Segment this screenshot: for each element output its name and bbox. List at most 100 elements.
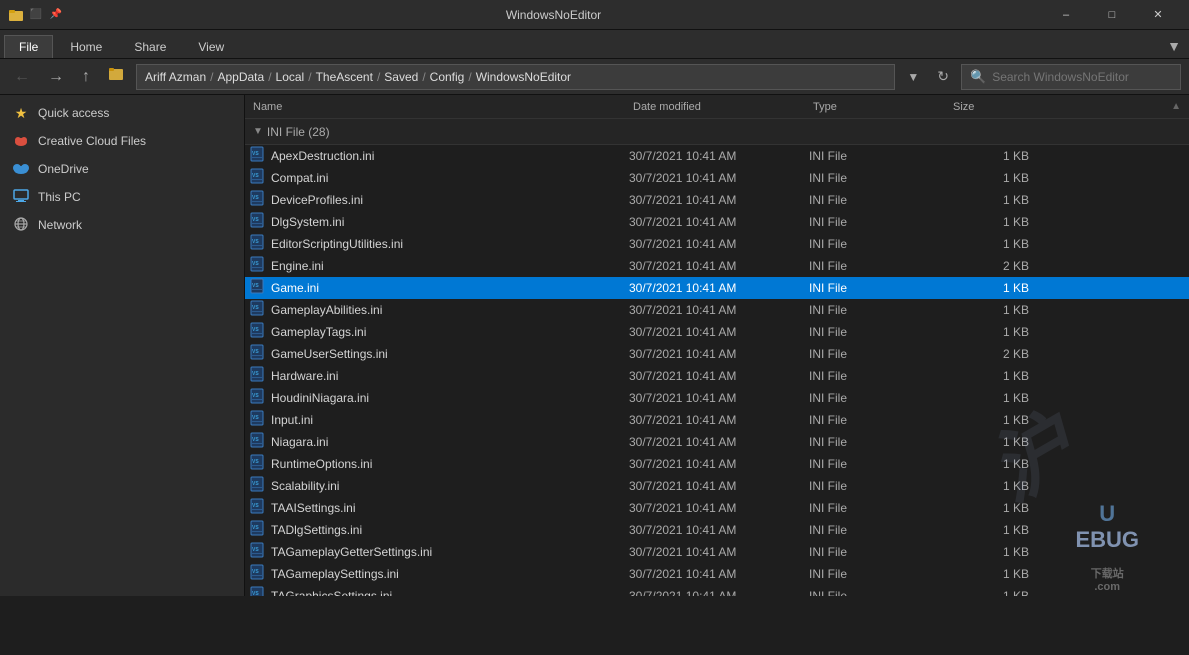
back-button[interactable]: ←	[8, 66, 36, 88]
file-date: 30/7/2021 10:41 AM	[629, 589, 809, 597]
sidebar-item-onedrive[interactable]: OneDrive	[0, 155, 244, 183]
file-size: 2 KB	[949, 259, 1049, 273]
ini-file-icon: VS	[249, 344, 265, 363]
col-header-date[interactable]: Date modified	[629, 101, 809, 113]
file-name-cell: VS Scalability.ini	[249, 476, 629, 495]
file-type: INI File	[809, 281, 949, 295]
svg-text:VS: VS	[252, 503, 259, 509]
address-dropdown[interactable]: ▼	[901, 68, 925, 86]
svg-text:VS: VS	[252, 349, 259, 355]
minimize-button[interactable]: –	[1043, 0, 1089, 30]
up-button[interactable]: ↑	[76, 66, 96, 88]
file-type: INI File	[809, 149, 949, 163]
svg-text:VS: VS	[252, 217, 259, 223]
table-row[interactable]: VS HoudiniNiagara.ini 30/7/2021 10:41 AM…	[245, 387, 1189, 409]
forward-button[interactable]: →	[42, 66, 70, 88]
sidebar-item-quick-access[interactable]: ★ Quick access	[0, 99, 244, 127]
svg-text:VS: VS	[252, 195, 259, 201]
ini-file-icon: VS	[249, 454, 265, 473]
table-row[interactable]: VS Niagara.ini 30/7/2021 10:41 AM INI Fi…	[245, 431, 1189, 453]
col-header-size[interactable]: Size	[949, 101, 1049, 113]
table-row[interactable]: VS Hardware.ini 30/7/2021 10:41 AM INI F…	[245, 365, 1189, 387]
svg-text:VS: VS	[252, 371, 259, 377]
address-path[interactable]: Ariff Azman / AppData / Local / TheAscen…	[136, 64, 895, 90]
tab-view[interactable]: View	[183, 35, 239, 58]
table-row[interactable]: VS GameplayAbilities.ini 30/7/2021 10:41…	[245, 299, 1189, 321]
file-name-cell: VS GameplayAbilities.ini	[249, 300, 629, 319]
table-row[interactable]: VS Scalability.ini 30/7/2021 10:41 AM IN…	[245, 475, 1189, 497]
ini-file-icon: VS	[249, 278, 265, 297]
tab-file[interactable]: File	[4, 35, 53, 58]
scroll-up-arrow: ▲	[1167, 101, 1185, 112]
file-name-text: DeviceProfiles.ini	[271, 193, 363, 207]
refresh-button[interactable]: ↻	[931, 66, 955, 87]
table-row[interactable]: VS Compat.ini 30/7/2021 10:41 AM INI Fil…	[245, 167, 1189, 189]
file-size: 1 KB	[949, 303, 1049, 317]
ini-file-icon: VS	[249, 476, 265, 495]
tab-home[interactable]: Home	[55, 35, 117, 58]
table-row[interactable]: VS TAGameplaySettings.ini 30/7/2021 10:4…	[245, 563, 1189, 585]
table-row[interactable]: VS EditorScriptingUtilities.ini 30/7/202…	[245, 233, 1189, 255]
ini-file-icon: VS	[249, 190, 265, 209]
pin-icon: 📌	[48, 7, 64, 23]
window-controls: – □ ✕	[1043, 0, 1181, 30]
table-row[interactable]: VS RuntimeOptions.ini 30/7/2021 10:41 AM…	[245, 453, 1189, 475]
ribbon: File Home Share View ▼	[0, 30, 1189, 59]
svg-text:VS: VS	[252, 173, 259, 179]
file-date: 30/7/2021 10:41 AM	[629, 435, 809, 449]
ini-file-icon: VS	[249, 520, 265, 539]
sidebar-item-creative-cloud[interactable]: Creative Cloud Files	[0, 127, 244, 155]
computer-icon	[12, 189, 30, 206]
file-type: INI File	[809, 457, 949, 471]
maximize-button[interactable]: □	[1089, 0, 1135, 30]
svg-text:VS: VS	[252, 261, 259, 267]
table-row[interactable]: VS DeviceProfiles.ini 30/7/2021 10:41 AM…	[245, 189, 1189, 211]
svg-text:VS: VS	[252, 459, 259, 465]
table-row[interactable]: VS TAGraphicsSettings.ini 30/7/2021 10:4…	[245, 585, 1189, 596]
ini-file-icon: VS	[249, 168, 265, 187]
table-row[interactable]: VS DlgSystem.ini 30/7/2021 10:41 AM INI …	[245, 211, 1189, 233]
file-name-text: Hardware.ini	[271, 369, 338, 383]
path-windowsnoeditor: WindowsNoEditor	[476, 70, 571, 84]
file-name-cell: VS TAGameplayGetterSettings.ini	[249, 542, 629, 561]
file-size: 1 KB	[949, 413, 1049, 427]
file-list: Name Date modified Type Size ▲ ▼ INI Fil…	[245, 95, 1189, 596]
folder-nav-icon	[102, 64, 130, 89]
table-row[interactable]: VS ApexDestruction.ini 30/7/2021 10:41 A…	[245, 145, 1189, 167]
table-row[interactable]: VS TADlgSettings.ini 30/7/2021 10:41 AM …	[245, 519, 1189, 541]
table-row[interactable]: VS GameUserSettings.ini 30/7/2021 10:41 …	[245, 343, 1189, 365]
file-name-text: Scalability.ini	[271, 479, 339, 493]
table-row[interactable]: VS TAAISettings.ini 30/7/2021 10:41 AM I…	[245, 497, 1189, 519]
sidebar-item-this-pc[interactable]: This PC	[0, 183, 244, 211]
search-input[interactable]	[992, 70, 1172, 84]
close-button[interactable]: ✕	[1135, 0, 1181, 30]
title-bar-title: WindowsNoEditor	[72, 8, 1035, 22]
search-box[interactable]: 🔍	[961, 64, 1181, 90]
column-headers: Name Date modified Type Size ▲	[245, 95, 1189, 119]
file-name-cell: VS TAGraphicsSettings.ini	[249, 586, 629, 596]
ini-file-icon: VS	[249, 564, 265, 583]
table-row[interactable]: VS TAGameplayGetterSettings.ini 30/7/202…	[245, 541, 1189, 563]
group-toggle[interactable]: ▼	[253, 126, 263, 137]
ribbon-chevron[interactable]: ▼	[1163, 34, 1185, 58]
file-size: 1 KB	[949, 567, 1049, 581]
table-row[interactable]: VS GameplayTags.ini 30/7/2021 10:41 AM I…	[245, 321, 1189, 343]
svg-text:VS: VS	[252, 305, 259, 311]
tab-share[interactable]: Share	[119, 35, 181, 58]
table-row[interactable]: VS Game.ini 30/7/2021 10:41 AM INI File …	[245, 277, 1189, 299]
col-header-type[interactable]: Type	[809, 101, 949, 113]
file-name-text: Game.ini	[271, 281, 319, 295]
file-date: 30/7/2021 10:41 AM	[629, 369, 809, 383]
file-name-text: HoudiniNiagara.ini	[271, 391, 369, 405]
col-header-name[interactable]: Name	[249, 101, 629, 113]
file-name-cell: VS HoudiniNiagara.ini	[249, 388, 629, 407]
sidebar-label-onedrive: OneDrive	[38, 162, 89, 176]
table-row[interactable]: VS Engine.ini 30/7/2021 10:41 AM INI Fil…	[245, 255, 1189, 277]
sidebar-label-quick-access: Quick access	[38, 106, 109, 120]
file-name-cell: VS Compat.ini	[249, 168, 629, 187]
sidebar-item-network[interactable]: Network	[0, 211, 244, 239]
file-size: 1 KB	[949, 457, 1049, 471]
table-row[interactable]: VS Input.ini 30/7/2021 10:41 AM INI File…	[245, 409, 1189, 431]
file-name-cell: VS GameUserSettings.ini	[249, 344, 629, 363]
star-icon: ★	[12, 105, 30, 122]
